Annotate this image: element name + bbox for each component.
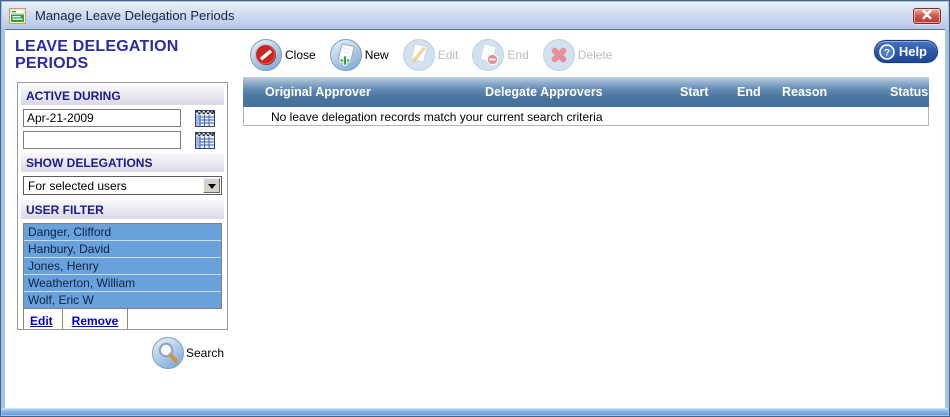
list-item[interactable]: Jones, Henry [24,258,221,275]
column-header-delegate-approvers: Delegate Approvers [485,85,603,99]
end-icon [472,39,505,71]
column-header-end: End [737,85,761,99]
list-item[interactable]: Hanbury, David [24,241,221,258]
edit-icon [402,39,435,71]
grid-header-row: Original Approver Delegate Approvers Sta… [243,77,929,107]
calendar-icon [195,109,215,127]
toolbar: Close New Edit End Delete [249,38,612,72]
search-button[interactable]: Search [151,336,224,370]
list-item[interactable]: Wolf, Eric W [24,292,221,308]
window-close-button[interactable] [913,7,941,24]
close-button-label: Close [285,48,316,62]
empty-results-message: No leave delegation records match your c… [243,107,929,126]
search-button-label: Search [186,346,225,360]
remove-users-link[interactable]: Remove [72,314,119,328]
help-button[interactable]: ? Help [873,40,938,63]
main-region: Close New Edit End Delete ? Help Origina… [239,30,945,408]
new-button-label: New [364,48,389,62]
column-header-start: Start [680,85,709,99]
show-delegations-select[interactable]: For selected users [23,176,222,195]
help-button-label: Help [898,44,927,59]
date-to-input[interactable] [23,131,181,149]
title-bar: Manage Leave Delegation Periods [2,2,948,29]
column-header-original-approver: Original Approver [265,85,371,99]
active-during-header: ACTIVE DURING [21,86,224,105]
search-icon [152,337,184,369]
end-button: End [471,38,529,72]
date-to-calendar-button[interactable] [195,131,215,149]
window-title: Manage Leave Delegation Periods [35,8,235,23]
column-header-status: Status [890,85,929,99]
new-button[interactable]: New [329,38,389,72]
window-bottom-frame [2,408,948,415]
close-x-icon [922,8,932,20]
svg-text:?: ? [884,47,890,58]
help-question-icon: ? [879,43,895,60]
user-filter-list: Danger, Clifford Hanbury, David Jones, H… [23,223,222,309]
user-filter-header: USER FILTER [21,200,224,219]
list-item[interactable]: Danger, Clifford [24,224,221,241]
date-from-row [23,109,222,127]
edit-users-link[interactable]: Edit [30,314,53,328]
form-window-icon [9,7,26,24]
edit-button: Edit [402,38,459,72]
date-from-input[interactable] [23,109,181,127]
end-button-label: End [507,48,529,62]
delete-button-label: Delete [577,48,613,62]
date-from-calendar-button[interactable] [195,109,215,127]
column-header-reason: Reason [782,85,828,99]
show-delegations-header: SHOW DELEGATIONS [21,153,224,172]
edit-button-label: Edit [437,48,459,62]
delete-icon [542,39,575,71]
edit-link-cell: Edit [23,309,63,329]
page-title: LEAVE DELEGATION PERIODS [15,38,179,72]
calendar-icon [195,131,215,149]
delegations-grid: Original Approver Delegate Approvers Sta… [243,77,929,126]
list-item[interactable]: Weatherton, William [24,275,221,292]
date-to-row [23,131,222,149]
new-icon [329,39,362,71]
window-content: LEAVE DELEGATION PERIODS ACTIVE DURING A… [5,29,945,408]
user-filter-actions: Edit Remove [23,309,222,329]
close-icon [250,39,282,71]
close-button[interactable]: Close [249,38,316,72]
manage-leave-delegation-window: Manage Leave Delegation Periods LEAVE DE… [0,0,950,417]
delete-button: Delete [542,38,613,72]
show-delegations-selected-value: For selected users [28,178,127,193]
remove-link-cell: Remove [63,309,129,329]
select-dropdown-arrow-icon[interactable] [203,178,220,193]
filter-panel: ACTIVE DURING Apr-21-2009 SHOW DELEGATIO… [17,82,228,330]
